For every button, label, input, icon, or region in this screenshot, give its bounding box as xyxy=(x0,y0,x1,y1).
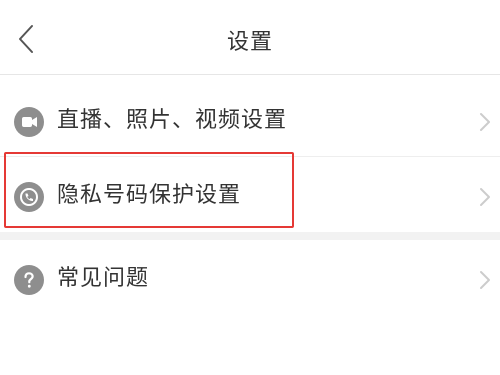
chevron-right-icon xyxy=(480,271,490,289)
chevron-right-icon xyxy=(480,113,490,131)
settings-item-label: 直播、照片、视频设置 xyxy=(57,108,288,133)
settings-item-media[interactable]: 直播、照片、视频设置 xyxy=(0,82,500,160)
page-title: 设置 xyxy=(226,30,273,55)
header-bar: 设置 xyxy=(0,0,500,75)
settings-item-faq[interactable]: 常见问题 xyxy=(0,240,500,318)
chevron-right-icon xyxy=(480,188,490,206)
camera-icon xyxy=(14,107,44,137)
settings-item-label: 隐私号码保护设置 xyxy=(57,183,242,208)
phone-shield-icon xyxy=(14,182,44,212)
question-icon xyxy=(14,265,44,295)
settings-page: 设置 直播、照片、视频设置 隐私号码保护设置 常见问题 xyxy=(0,0,500,375)
settings-item-label: 常见问题 xyxy=(57,266,150,291)
settings-item-privacy-number[interactable]: 隐私号码保护设置 xyxy=(0,156,500,235)
